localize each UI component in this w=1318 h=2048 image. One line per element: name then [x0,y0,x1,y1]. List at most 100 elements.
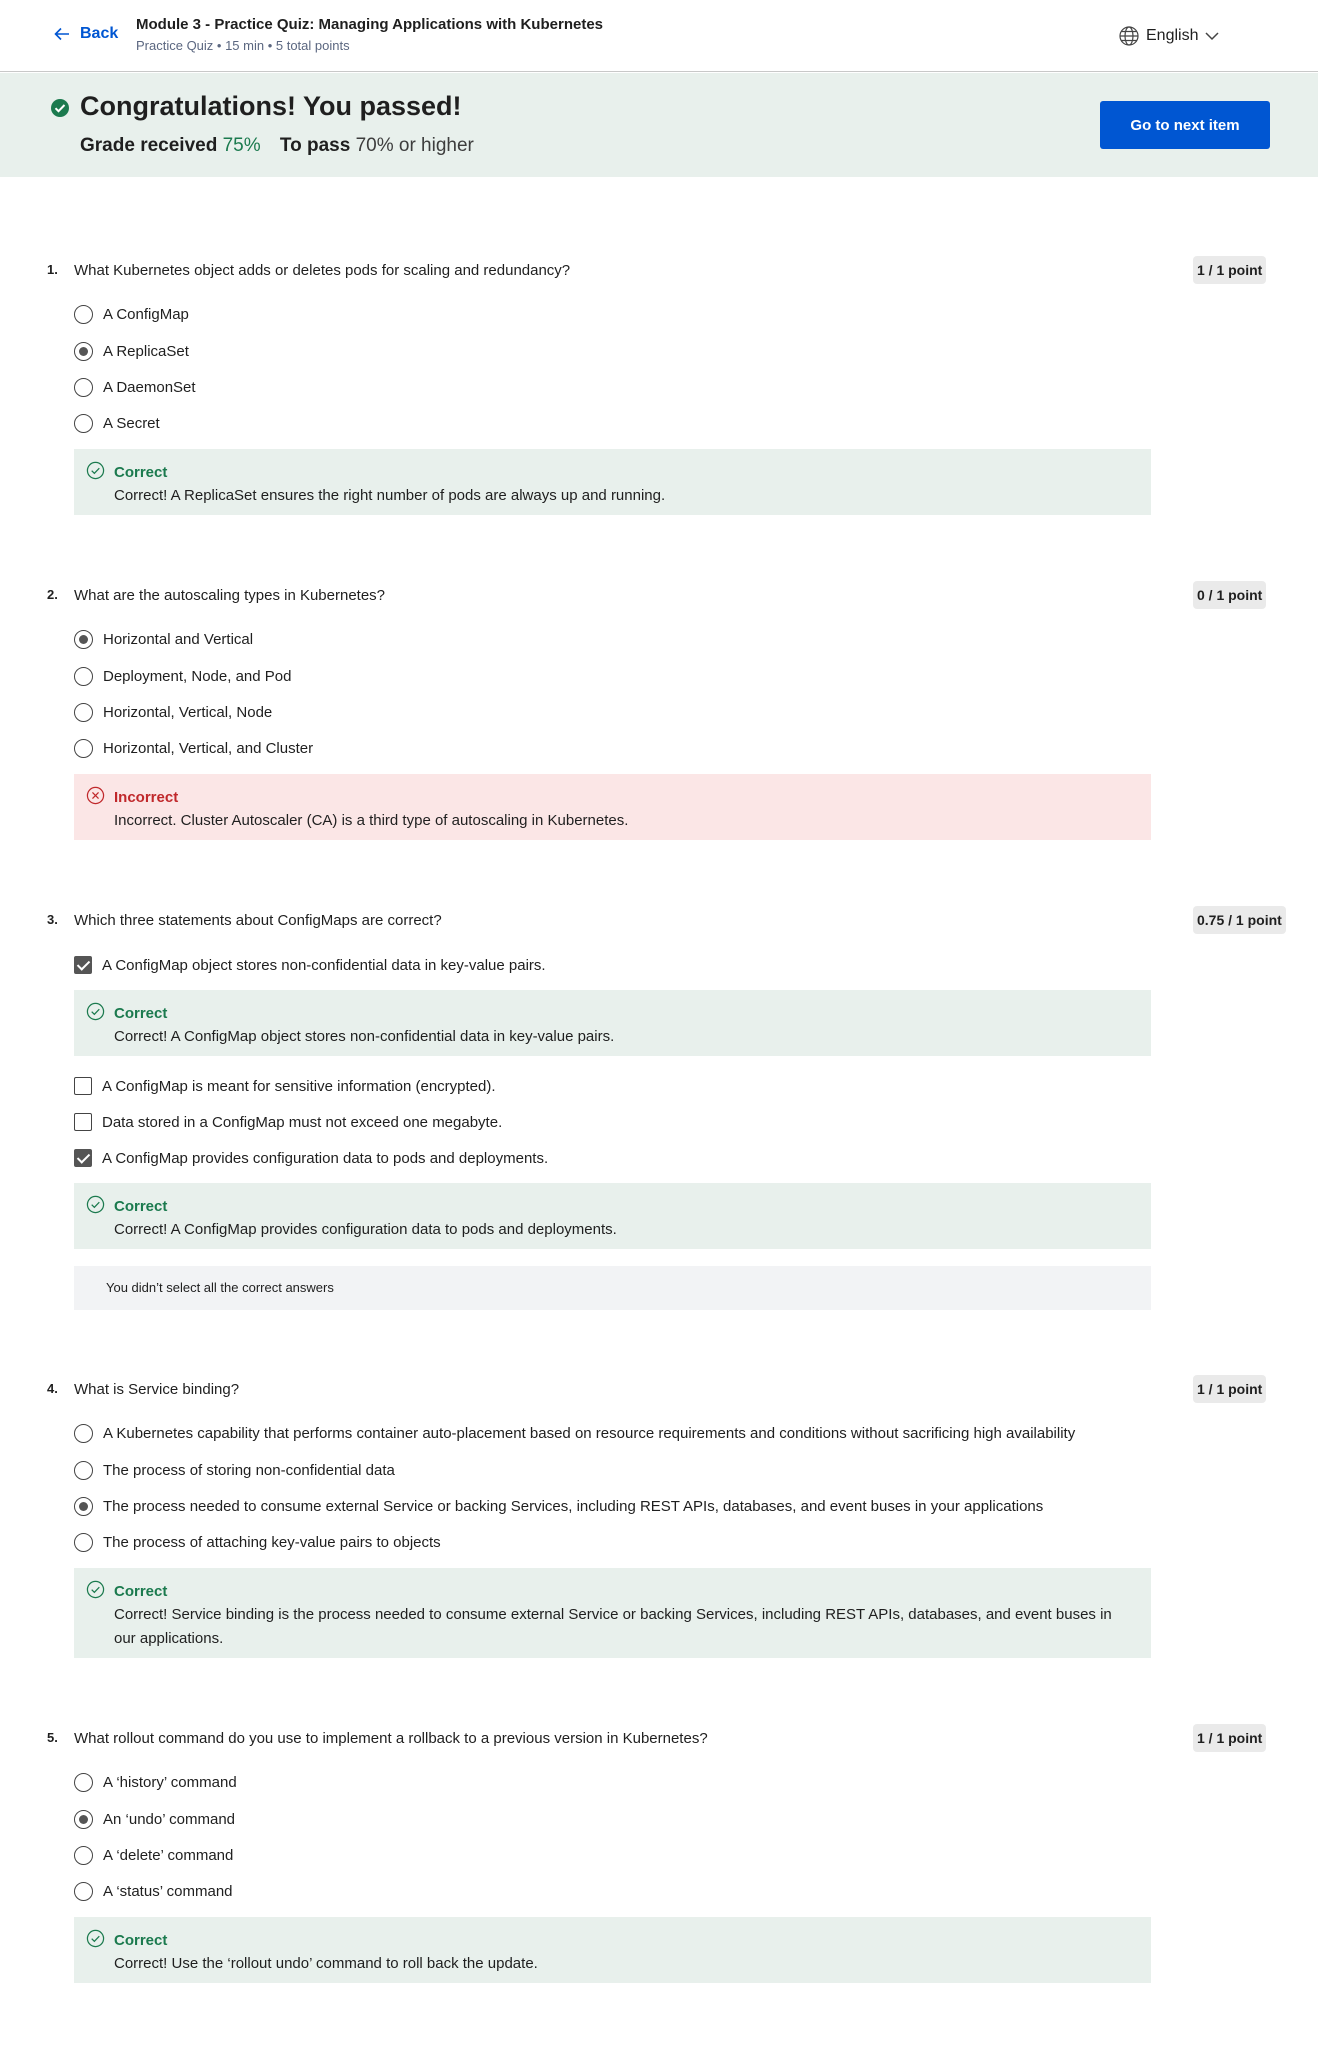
option-label: An ‘undo’ command [103,1811,236,1828]
radio-button[interactable] [74,1773,93,1792]
arrow-left-icon [54,27,69,41]
feedback-correct: Correct Correct! A ConfigMap provides co… [74,1183,1151,1249]
x-circle-outline-icon [86,786,105,805]
radio-button[interactable] [74,1533,93,1552]
option-radio[interactable]: A ‘status’ command [74,1882,233,1901]
feedback-correct: Correct Correct! A ReplicaSet ensures th… [74,449,1151,515]
radio-button[interactable] [74,414,93,433]
option-radio[interactable]: A DaemonSet [74,378,196,397]
module-title: Module 3 - Practice Quiz: Managing Appli… [136,16,603,33]
top-bar: Back Module 3 - Practice Quiz: Managing … [0,0,1318,72]
back-button[interactable]: Back [52,24,118,44]
feedback-text: Correct! Use the ‘rollout undo’ command … [114,1955,538,1973]
radio-button-selected[interactable] [74,1497,93,1516]
checkbox-checked[interactable] [74,956,92,974]
option-radio[interactable]: Horizontal, Vertical, and Cluster [74,739,313,758]
option-label: The process of storing non-confidential … [103,1462,395,1479]
feedback-incorrect: Incorrect Incorrect. Cluster Autoscaler … [74,774,1151,840]
option-checkbox[interactable]: Data stored in a ConfigMap must not exce… [74,1113,502,1131]
points-badge: 1 / 1 point [1193,1375,1267,1403]
radio-button-selected[interactable] [74,630,93,649]
option-label: The process of attaching key-value pairs… [103,1534,441,1551]
option-radio[interactable]: A ‘delete’ command [74,1846,233,1865]
option-label: Horizontal and Vertical [103,631,254,648]
option-radio[interactable]: The process of storing non-confidential … [74,1461,395,1480]
question-text: Which three statements about ConfigMaps … [74,912,442,929]
radio-button[interactable] [74,703,93,722]
radio-button[interactable] [74,378,93,397]
feedback-title: Incorrect [114,789,179,806]
option-label: Horizontal, Vertical, Node [103,704,273,721]
check-circle-outline-icon [86,461,105,480]
option-checkbox[interactable]: A ConfigMap is meant for sensitive infor… [74,1077,496,1095]
question-text: What are the autoscaling types in Kubern… [74,587,386,604]
language-selector[interactable]: English [1118,25,1220,47]
feedback-text: Correct! A ConfigMap provides configurat… [114,1221,617,1239]
points-badge: 1 / 1 point [1193,256,1267,284]
option-radio[interactable]: A ConfigMap [74,305,189,324]
radio-button[interactable] [74,1461,93,1480]
check-circle-icon [51,99,69,117]
option-radio[interactable]: A ‘history’ command [74,1773,237,1792]
globe-icon [1119,26,1139,46]
feedback-title: Correct [114,464,168,481]
feedback-title: Correct [114,1005,168,1022]
option-radio[interactable]: Horizontal, Vertical, Node [74,703,272,722]
option-radio[interactable]: A Secret [74,414,160,433]
feedback-text: Correct! A ReplicaSet ensures the right … [114,487,666,505]
language-label: English [1146,27,1199,44]
radio-button[interactable] [74,1846,93,1865]
feedback-title: Correct [114,1583,168,1600]
module-subtitle: Practice Quiz • 15 min • 5 total points [136,38,350,53]
pass-label: To pass [279,135,351,156]
checkbox[interactable] [74,1113,92,1131]
option-label: Deployment, Node, and Pod [103,668,292,685]
option-checkbox[interactable]: A ConfigMap object stores non-confidenti… [74,956,546,974]
radio-button[interactable] [74,667,93,686]
option-radio[interactable]: A ReplicaSet [74,342,189,361]
pass-value: 70% or higher [355,135,474,156]
radio-button-selected[interactable] [74,342,93,361]
back-label: Back [80,25,119,42]
radio-button-selected[interactable] [74,1810,93,1829]
checkbox-checked[interactable] [74,1149,92,1167]
option-radio[interactable]: The process needed to consume external S… [74,1497,1043,1516]
grade-label: Grade received [80,135,218,156]
question-number: 4. [47,1381,58,1396]
option-label: A ‘delete’ command [103,1847,234,1864]
question-number: 3. [47,912,58,927]
question-number: 5. [47,1730,58,1745]
option-label: The process needed to consume external S… [103,1498,1044,1515]
chevron-down-icon [1205,32,1220,41]
radio-button[interactable] [74,305,93,324]
checkbox[interactable] [74,1077,92,1095]
option-label: A ReplicaSet [103,343,189,360]
option-label: A ConfigMap object stores non-confidenti… [102,956,546,974]
option-label: A ConfigMap [103,306,189,323]
option-label: A ‘status’ command [103,1883,233,1900]
option-radio[interactable]: Deployment, Node, and Pod [74,667,291,686]
go-to-next-item-button[interactable]: Go to next item [1100,101,1270,149]
feedback-title: Correct [114,1932,168,1949]
option-radio[interactable]: An ‘undo’ command [74,1810,235,1829]
points-badge: 0 / 1 point [1193,581,1267,609]
option-label: A DaemonSet [103,379,196,396]
check-circle-outline-icon [86,1195,105,1214]
grade-summary: Grade received 75% To pass 70% or higher [80,135,474,157]
option-radio[interactable]: A Kubernetes capability that performs co… [74,1424,1075,1443]
option-label: Data stored in a ConfigMap must not exce… [102,1113,503,1131]
feedback-correct: Correct Correct! Service binding is the … [74,1568,1151,1658]
option-radio[interactable]: Horizontal and Vertical [74,630,253,649]
feedback-title: Correct [114,1198,168,1215]
check-circle-outline-icon [86,1929,105,1948]
grade-value: 75% [222,135,261,156]
radio-button[interactable] [74,1424,93,1443]
question-number: 2. [47,587,58,602]
option-checkbox[interactable]: A ConfigMap provides configuration data … [74,1149,548,1167]
radio-button[interactable] [74,1882,93,1901]
check-circle-outline-icon [86,1580,105,1599]
feedback-correct: Correct Correct! Use the ‘rollout undo’ … [74,1917,1151,1983]
option-radio[interactable]: The process of attaching key-value pairs… [74,1533,441,1552]
points-badge: 1 / 1 point [1193,1724,1267,1752]
radio-button[interactable] [74,739,93,758]
